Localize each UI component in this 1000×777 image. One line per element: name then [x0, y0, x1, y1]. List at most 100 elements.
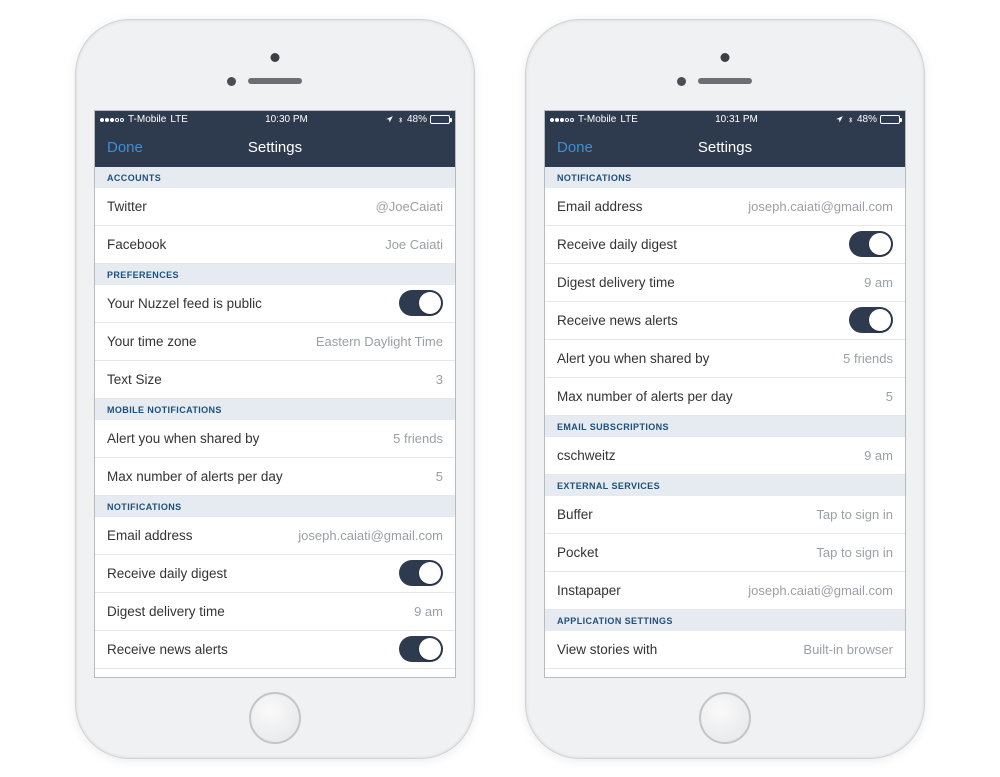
bluetooth-icon — [397, 115, 404, 125]
signal-dot-icon — [115, 118, 119, 122]
earpiece-speaker-icon — [698, 78, 752, 84]
row-value: joseph.caiati@gmail.com — [748, 583, 893, 598]
toggle-switch[interactable] — [849, 307, 893, 333]
settings-row[interactable]: Max number of alerts per day 5 — [545, 378, 905, 416]
status-bar: T-MobileLTE10:31 PM48% — [545, 111, 905, 129]
proximity-sensor-icon — [227, 77, 236, 86]
earpiece-speaker-icon — [248, 78, 302, 84]
front-camera-icon — [271, 53, 280, 62]
settings-row[interactable]: Buffer Tap to sign in — [545, 496, 905, 534]
section-header: ACCOUNTS — [95, 167, 455, 188]
settings-row[interactable]: Email addressjoseph.caiati@gmail.com — [545, 188, 905, 226]
home-button[interactable] — [249, 692, 301, 744]
settings-row[interactable]: Instapaper joseph.caiati@gmail.com — [545, 572, 905, 610]
toggle-switch[interactable] — [399, 290, 443, 316]
row-value: joseph.caiati@gmail.com — [748, 199, 893, 214]
done-button[interactable]: Done — [107, 139, 143, 156]
signal-dot-icon — [570, 118, 574, 122]
row-value: 9 am — [864, 448, 893, 463]
section-header: MOBILE NOTIFICATIONS — [95, 399, 455, 420]
row-value: @JoeCaiati — [376, 199, 443, 214]
section-header: APPLICATION SETTINGS — [545, 610, 905, 631]
row-label: Your time zone — [107, 334, 197, 349]
section-header: PREFERENCES — [95, 264, 455, 285]
settings-row[interactable]: Pocket Tap to sign in — [545, 534, 905, 572]
settings-row[interactable]: Receive daily digest — [545, 226, 905, 264]
settings-row[interactable]: Your Nuzzel feed is public — [95, 285, 455, 323]
row-label: Instapaper — [557, 583, 621, 598]
home-button[interactable] — [699, 692, 751, 744]
row-value: joseph.caiati@gmail.com — [298, 528, 443, 543]
carrier-name: T-Mobile — [128, 114, 166, 125]
phone-right: T-MobileLTE10:31 PM48%DoneSettingsNOTIFI… — [525, 19, 925, 759]
row-label: Receive news alerts — [557, 313, 678, 328]
row-value: 5 — [886, 389, 893, 404]
network-type: LTE — [170, 114, 188, 125]
row-value: 9 am — [864, 275, 893, 290]
section-header: NOTIFICATIONS — [95, 496, 455, 517]
done-button[interactable]: Done — [557, 139, 593, 156]
bluetooth-icon — [847, 115, 854, 125]
row-label: Email address — [107, 528, 193, 543]
settings-list[interactable]: NOTIFICATIONSEmail addressjoseph.caiati@… — [545, 167, 905, 677]
battery-percent: 48% — [857, 114, 877, 125]
row-label: Your Nuzzel feed is public — [107, 296, 262, 311]
status-bar: T-MobileLTE10:30 PM48% — [95, 111, 455, 129]
row-label: Buffer — [557, 507, 593, 522]
row-label: Pocket — [557, 545, 598, 560]
carrier-name: T-Mobile — [578, 114, 616, 125]
settings-row[interactable]: Alert you when shared by 5 friends — [545, 340, 905, 378]
status-right: 48% — [835, 114, 900, 125]
row-value: 5 friends — [843, 351, 893, 366]
toggle-switch[interactable] — [849, 231, 893, 257]
settings-row[interactable]: Digest delivery time 9 am — [545, 264, 905, 302]
location-arrow-icon — [385, 115, 394, 124]
settings-row[interactable]: Text Size3 — [95, 361, 455, 399]
toggle-switch[interactable] — [399, 636, 443, 662]
row-label: Alert you when shared by — [557, 351, 709, 366]
toggle-switch[interactable] — [399, 560, 443, 586]
battery-icon — [430, 115, 450, 124]
row-label: Digest delivery time — [557, 275, 675, 290]
row-value: Joe Caiati — [385, 237, 443, 252]
row-value: Eastern Daylight Time — [316, 334, 443, 349]
phone-left: T-MobileLTE10:30 PM48%DoneSettingsACCOUN… — [75, 19, 475, 759]
signal-dot-icon — [120, 118, 124, 122]
page-title: Settings — [248, 139, 302, 156]
row-label: Max number of alerts per day — [557, 389, 733, 404]
settings-row[interactable]: Max number of alerts per day 5 — [95, 458, 455, 496]
battery-percent: 48% — [407, 114, 427, 125]
signal-dot-icon — [110, 118, 114, 122]
toggle-knob-icon — [869, 233, 891, 255]
toggle-knob-icon — [869, 309, 891, 331]
row-label: Receive daily digest — [107, 566, 227, 581]
signal-dot-icon — [105, 118, 109, 122]
toggle-knob-icon — [419, 292, 441, 314]
row-label: Receive daily digest — [557, 237, 677, 252]
settings-row[interactable]: cschweitz9 am — [545, 437, 905, 475]
settings-row[interactable]: Alert you when shared by5 friends — [95, 420, 455, 458]
toggle-knob-icon — [419, 562, 441, 584]
settings-row[interactable]: Receive news alerts — [545, 302, 905, 340]
settings-list[interactable]: ACCOUNTSTwitter@JoeCaiati Facebook Joe Cai… — [95, 167, 455, 677]
row-value: Tap to sign in — [816, 545, 893, 560]
row-value: 5 — [436, 469, 443, 484]
row-label: Max number of alerts per day — [107, 469, 283, 484]
settings-row[interactable]: View stories with Built-in browser — [545, 631, 905, 669]
battery-icon — [880, 115, 900, 124]
settings-row[interactable]: Digest delivery time9 am — [95, 593, 455, 631]
settings-row[interactable]: Twitter@JoeCaiati — [95, 188, 455, 226]
row-value: 3 — [436, 372, 443, 387]
section-header: EMAIL SUBSCRIPTIONS — [545, 416, 905, 437]
settings-row[interactable]: Receive daily digest — [95, 555, 455, 593]
row-label: View stories with — [557, 642, 657, 657]
settings-row[interactable]: Your time zone Eastern Daylight Time — [95, 323, 455, 361]
settings-row[interactable]: Email address joseph.caiati@gmail.com — [95, 517, 455, 555]
row-value: Tap to sign in — [816, 507, 893, 522]
settings-row[interactable]: Receive news alerts — [95, 631, 455, 669]
screen-left: T-MobileLTE10:30 PM48%DoneSettingsACCOUN… — [94, 110, 456, 678]
row-label: Facebook — [107, 237, 166, 252]
row-value: Built-in browser — [803, 642, 893, 657]
signal-dot-icon — [560, 118, 564, 122]
settings-row[interactable]: Facebook Joe Caiati — [95, 226, 455, 264]
